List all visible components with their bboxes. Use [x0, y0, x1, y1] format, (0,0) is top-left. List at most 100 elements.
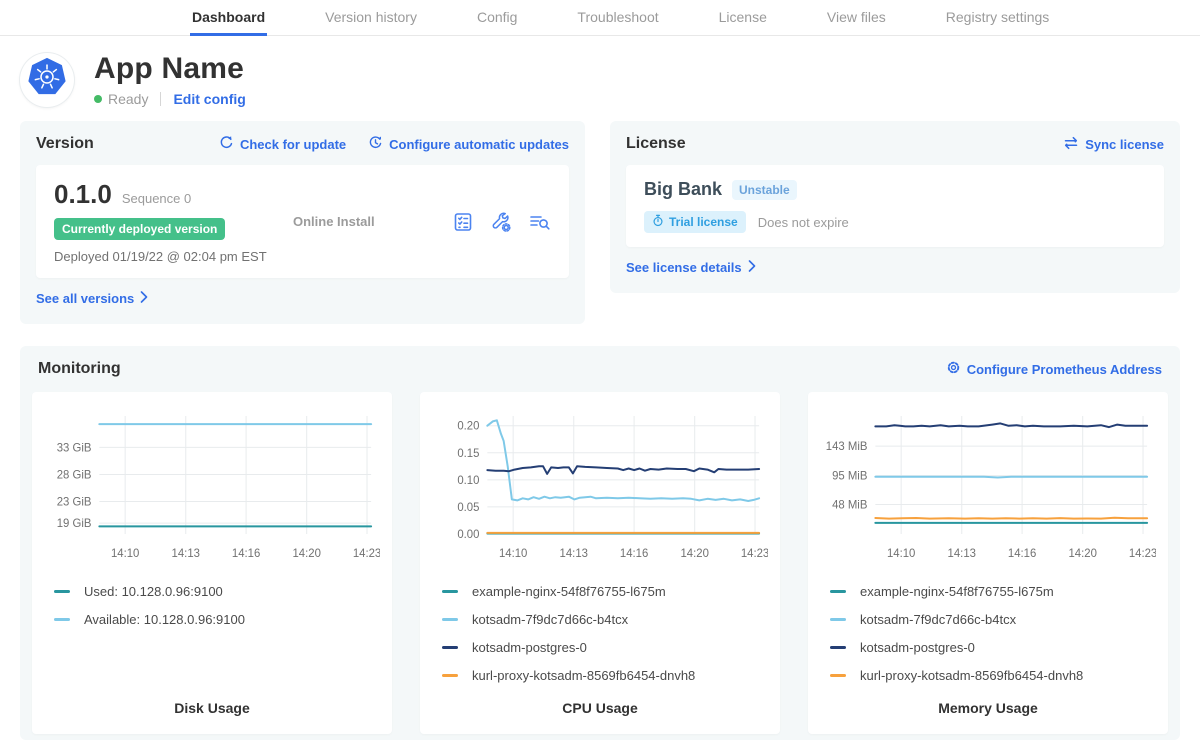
- monitoring-card: Monitoring Configure Prometheus Address …: [20, 346, 1180, 740]
- legend-swatch: [830, 674, 846, 677]
- chart-title: Disk Usage: [44, 700, 380, 722]
- version-number: 0.1.0: [54, 179, 112, 210]
- sync-license-link[interactable]: Sync license: [1063, 136, 1164, 153]
- configure-automatic-updates-link[interactable]: Configure automatic updates: [368, 135, 569, 153]
- legend-item: kurl-proxy-kotsadm-8569fb6454-dnvh8: [442, 668, 768, 683]
- svg-text:14:23: 14:23: [353, 548, 380, 560]
- license-card-title: License: [626, 135, 686, 153]
- svg-text:14:10: 14:10: [111, 548, 139, 560]
- status-text: Ready: [108, 91, 148, 107]
- monitoring-title: Monitoring: [38, 360, 121, 378]
- legend-item: kurl-proxy-kotsadm-8569fb6454-dnvh8: [830, 668, 1156, 683]
- gear-icon: [946, 360, 961, 378]
- legend-item: kotsadm-7f9dc7d66c-b4tcx: [442, 612, 768, 627]
- legend-swatch: [442, 674, 458, 677]
- tab-license[interactable]: License: [717, 0, 769, 36]
- sync-arrows-icon: [1063, 136, 1079, 153]
- legend-item: kotsadm-postgres-0: [830, 640, 1156, 655]
- legend-swatch: [830, 590, 846, 593]
- legend-label: Available: 10.128.0.96:9100: [84, 612, 245, 627]
- tab-dashboard[interactable]: Dashboard: [190, 0, 267, 36]
- svg-text:28 GiB: 28 GiB: [57, 469, 92, 481]
- svg-text:14:20: 14:20: [292, 548, 320, 560]
- svg-text:14:16: 14:16: [232, 548, 260, 560]
- check-for-update-link[interactable]: Check for update: [219, 135, 346, 153]
- svg-text:23 GiB: 23 GiB: [57, 496, 92, 508]
- see-all-versions-link[interactable]: See all versions: [36, 291, 148, 306]
- legend-label: kotsadm-7f9dc7d66c-b4tcx: [472, 612, 628, 627]
- legend-label: kotsadm-postgres-0: [472, 640, 587, 655]
- cpu-usage-chart: 14:1014:1314:1614:2014:230.200.150.100.0…: [432, 406, 768, 574]
- svg-text:0.20: 0.20: [457, 421, 479, 433]
- tab-config[interactable]: Config: [475, 0, 519, 36]
- svg-text:14:13: 14:13: [560, 548, 588, 560]
- tab-version-history[interactable]: Version history: [323, 0, 419, 36]
- divider: [160, 92, 161, 106]
- svg-text:19 GiB: 19 GiB: [57, 518, 92, 530]
- svg-text:95 MiB: 95 MiB: [832, 471, 868, 483]
- current-version-panel: 0.1.0 Sequence 0 Currently deployed vers…: [36, 165, 569, 278]
- version-card-title: Version: [36, 135, 94, 153]
- memory-usage-panel: 14:1014:1314:1614:2014:23143 MiB95 MiB48…: [808, 392, 1168, 734]
- chevron-right-icon: [140, 291, 148, 306]
- deployed-badge: Currently deployed version: [54, 218, 225, 240]
- legend-swatch: [830, 646, 846, 649]
- svg-text:14:20: 14:20: [680, 548, 708, 560]
- configure-prometheus-link[interactable]: Configure Prometheus Address: [946, 360, 1162, 378]
- memory-usage-chart: 14:1014:1314:1614:2014:23143 MiB95 MiB48…: [820, 406, 1156, 574]
- deploy-logs-icon[interactable]: [528, 211, 551, 233]
- svg-text:0.10: 0.10: [457, 475, 479, 487]
- legend-item: example-nginx-54f8f76755-l675m: [442, 584, 768, 599]
- legend-swatch: [442, 646, 458, 649]
- legend-swatch: [442, 590, 458, 593]
- svg-text:14:10: 14:10: [887, 548, 915, 560]
- legend-item: Available: 10.128.0.96:9100: [54, 612, 380, 627]
- expiry-text: Does not expire: [758, 215, 849, 230]
- top-navigation: Dashboard Version history Config Trouble…: [0, 0, 1200, 36]
- license-card: License Sync license Big Bank Unstable: [610, 121, 1180, 293]
- legend-item: kotsadm-7f9dc7d66c-b4tcx: [830, 612, 1156, 627]
- disk-usage-panel: 14:10 14:13 14:16 14:20 14:23 33 GiB 28 GiB 23 …: [32, 392, 392, 734]
- tab-registry-settings[interactable]: Registry settings: [944, 0, 1051, 36]
- svg-text:48 MiB: 48 MiB: [832, 499, 868, 511]
- svg-text:14:20: 14:20: [1068, 548, 1096, 560]
- legend-item: example-nginx-54f8f76755-l675m: [830, 584, 1156, 599]
- version-card: Version Check for update: [20, 121, 585, 324]
- channel-badge: Unstable: [732, 180, 797, 200]
- chart-title: CPU Usage: [432, 700, 768, 722]
- svg-text:14:13: 14:13: [172, 548, 200, 560]
- chevron-right-icon: [748, 260, 756, 275]
- refresh-icon: [219, 135, 234, 153]
- cpu-usage-panel: 14:1014:1314:1614:2014:230.200.150.100.0…: [420, 392, 780, 734]
- preflight-checklist-icon[interactable]: [452, 211, 474, 233]
- schedule-icon: [368, 135, 383, 153]
- deployed-timestamp: Deployed 01/19/22 @ 02:04 pm EST: [54, 249, 279, 264]
- svg-text:14:23: 14:23: [741, 548, 768, 560]
- see-license-details-link[interactable]: See license details: [626, 260, 756, 275]
- edit-config-link[interactable]: Edit config: [173, 91, 245, 107]
- svg-text:0.00: 0.00: [457, 529, 479, 541]
- app-icon: [20, 53, 74, 107]
- install-type-label: Online Install: [293, 214, 375, 229]
- app-header: App Name Ready Edit config: [0, 36, 1200, 117]
- stopwatch-icon: [652, 214, 664, 230]
- svg-text:14:16: 14:16: [1008, 548, 1036, 560]
- tab-view-files[interactable]: View files: [825, 0, 888, 36]
- legend-item: kotsadm-postgres-0: [442, 640, 768, 655]
- config-wrench-icon[interactable]: [490, 211, 512, 233]
- legend-swatch: [830, 618, 846, 621]
- status-dot: [94, 95, 102, 103]
- memory-usage-legend: example-nginx-54f8f76755-l675m kotsadm-7…: [820, 584, 1156, 683]
- legend-label: kotsadm-7f9dc7d66c-b4tcx: [860, 612, 1016, 627]
- svg-text:14:10: 14:10: [499, 548, 527, 560]
- svg-text:14:13: 14:13: [948, 548, 976, 560]
- legend-label: example-nginx-54f8f76755-l675m: [472, 584, 666, 599]
- svg-text:33 GiB: 33 GiB: [57, 442, 92, 454]
- cpu-usage-legend: example-nginx-54f8f76755-l675m kotsadm-7…: [432, 584, 768, 683]
- license-panel: Big Bank Unstable Trial license Does not…: [626, 165, 1164, 247]
- disk-usage-legend: Used: 10.128.0.96:9100 Available: 10.128…: [44, 584, 380, 627]
- chart-title: Memory Usage: [820, 700, 1156, 722]
- legend-label: kurl-proxy-kotsadm-8569fb6454-dnvh8: [860, 668, 1083, 683]
- tab-troubleshoot[interactable]: Troubleshoot: [575, 0, 660, 36]
- legend-label: kotsadm-postgres-0: [860, 640, 975, 655]
